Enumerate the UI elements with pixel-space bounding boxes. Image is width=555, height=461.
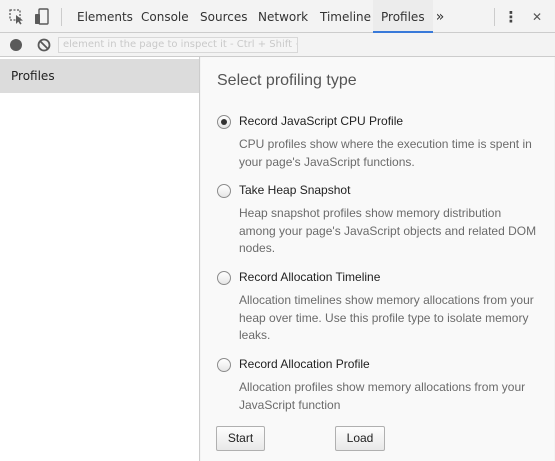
inspect-hint: element in the page to inspect it - Ctrl… (58, 37, 298, 53)
option-label[interactable]: Take Heap Snapshot (239, 183, 350, 197)
tab-network[interactable]: Network (258, 0, 308, 33)
device-mode-icon[interactable] (30, 0, 54, 33)
customize-menu-icon[interactable]: ⋮ (499, 0, 523, 33)
option-description: Allocation timelines show memory allocat… (239, 293, 534, 342)
load-button[interactable]: Load (335, 426, 385, 451)
page-title: Select profiling type (217, 72, 357, 89)
tab-sources[interactable]: Sources (200, 0, 247, 33)
option-label[interactable]: Record Allocation Profile (239, 357, 370, 371)
more-tabs-icon[interactable]: » (428, 0, 452, 33)
option-description: CPU profiles show where the execution ti… (239, 137, 532, 169)
tab-elements[interactable]: Elements (77, 0, 133, 33)
tab-console[interactable]: Console (141, 0, 189, 33)
devtools-toolbar: Elements Console Sources Network Timelin… (0, 0, 555, 33)
radio-heap-snapshot[interactable] (217, 184, 231, 198)
radio-allocation-timeline[interactable] (217, 271, 231, 285)
toolbar-divider (494, 8, 495, 26)
tab-profiles[interactable]: Profiles (373, 0, 433, 33)
toolbar-divider (61, 8, 62, 26)
profiles-toolbar: element in the page to inspect it - Ctrl… (0, 33, 555, 57)
option-description: Heap snapshot profiles show memory distr… (239, 206, 537, 255)
clear-icon[interactable] (37, 38, 51, 52)
start-button[interactable]: Start (216, 426, 265, 451)
option-label[interactable]: Record Allocation Timeline (239, 270, 380, 284)
tab-timeline[interactable]: Timeline (320, 0, 371, 33)
inspect-element-icon[interactable] (5, 0, 29, 33)
option-description: Allocation profiles show memory allocati… (239, 380, 526, 412)
radio-cpu-profile[interactable] (217, 115, 231, 129)
profiles-sidebar: Profiles (0, 57, 200, 461)
sidebar-item-profiles[interactable]: Profiles (0, 59, 199, 93)
radio-allocation-profile[interactable] (217, 358, 231, 372)
profile-launcher: Select profiling type Record JavaScript … (200, 57, 555, 461)
close-icon[interactable]: ✕ (525, 0, 549, 33)
launcher-panel: Select profiling type Record JavaScript … (201, 57, 554, 461)
record-icon[interactable] (10, 39, 22, 51)
option-label[interactable]: Record JavaScript CPU Profile (239, 114, 403, 128)
